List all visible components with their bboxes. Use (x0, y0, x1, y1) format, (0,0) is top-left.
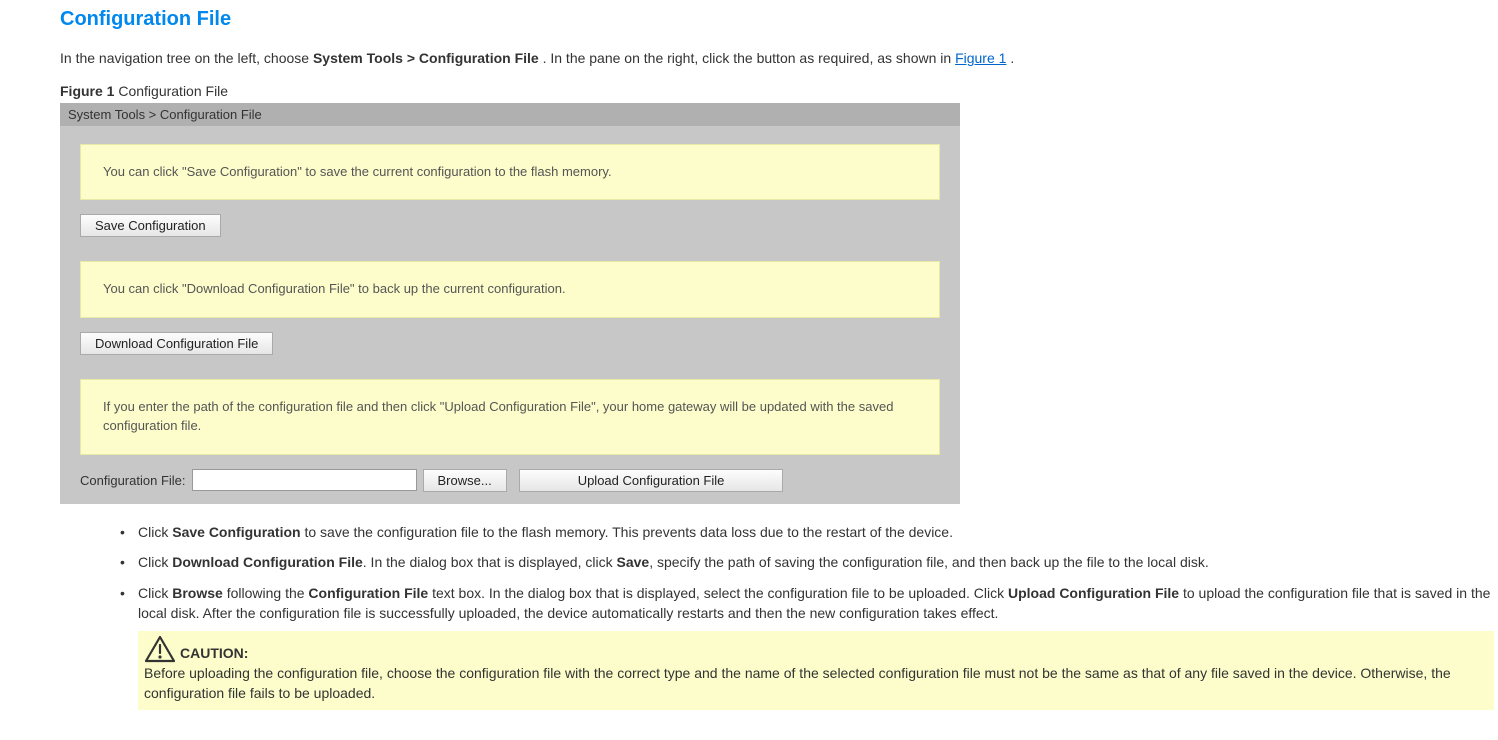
list-item: Click Download Configuration File. In th… (120, 552, 1498, 572)
intro-menu: System Tools (313, 50, 403, 66)
intro-suffix: . (1010, 50, 1014, 66)
note-upload: If you enter the path of the configurati… (80, 379, 940, 455)
li-bold: Upload Configuration File (1008, 585, 1179, 601)
li-text: following the (223, 585, 309, 601)
panel-body: You can click "Save Configuration" to sa… (60, 126, 960, 504)
li-bold: Download Configuration File (172, 554, 363, 570)
li-bold: Configuration File (308, 585, 428, 601)
figure-label: Figure 1 (60, 83, 114, 99)
li-text: to save the configuration file to the fl… (301, 524, 953, 540)
save-configuration-button[interactable]: Save Configuration (80, 214, 221, 237)
list-item: Click Save Configuration to save the con… (120, 522, 1498, 542)
li-text: text box. In the dialog box that is disp… (428, 585, 1008, 601)
download-configuration-file-button[interactable]: Download Configuration File (80, 332, 273, 355)
figure-caption-text: Configuration File (114, 83, 228, 99)
configuration-file-label: Configuration File: (80, 473, 186, 488)
caution-heading-row: CAUTION: (144, 635, 1488, 663)
figure-link[interactable]: Figure 1 (955, 50, 1006, 66)
browse-button[interactable]: Browse... (423, 469, 507, 492)
config-panel: System Tools > Configuration File You ca… (60, 103, 960, 504)
li-text: Click (138, 524, 172, 540)
configuration-file-input[interactable] (192, 469, 417, 491)
li-text: , specify the path of saving the configu… (649, 554, 1209, 570)
li-text: Click (138, 585, 172, 601)
breadcrumb: System Tools > Configuration File (60, 103, 960, 126)
instruction-list: Click Save Configuration to save the con… (120, 522, 1498, 710)
figure-caption: Figure 1 Configuration File (60, 83, 1498, 99)
upload-configuration-file-button[interactable]: Upload Configuration File (519, 469, 784, 492)
intro-paragraph: In the navigation tree on the left, choo… (60, 49, 1498, 69)
note-save: You can click "Save Configuration" to sa… (80, 144, 940, 201)
intro-sep: > (407, 50, 419, 66)
intro-prefix: In the navigation tree on the left, choo… (60, 50, 313, 66)
li-bold: Browse (172, 585, 223, 601)
upload-row: Configuration File: Browse... Upload Con… (80, 469, 950, 492)
intro-middle: . In the pane on the right, click the bu… (543, 50, 955, 66)
li-text: Click (138, 554, 172, 570)
intro-item: Configuration File (419, 50, 539, 66)
caution-box: CAUTION: Before uploading the configurat… (138, 631, 1494, 710)
note-download: You can click "Download Configuration Fi… (80, 261, 940, 318)
li-text: . In the dialog box that is displayed, c… (363, 554, 617, 570)
list-item: Click Browse following the Configuration… (120, 583, 1498, 710)
caution-heading: CAUTION: (180, 643, 248, 663)
li-bold: Save (616, 554, 649, 570)
warning-icon (144, 635, 176, 663)
caution-text: Before uploading the configuration file,… (144, 663, 1488, 704)
li-bold: Save Configuration (172, 524, 300, 540)
page-title: Configuration File (60, 8, 1498, 31)
